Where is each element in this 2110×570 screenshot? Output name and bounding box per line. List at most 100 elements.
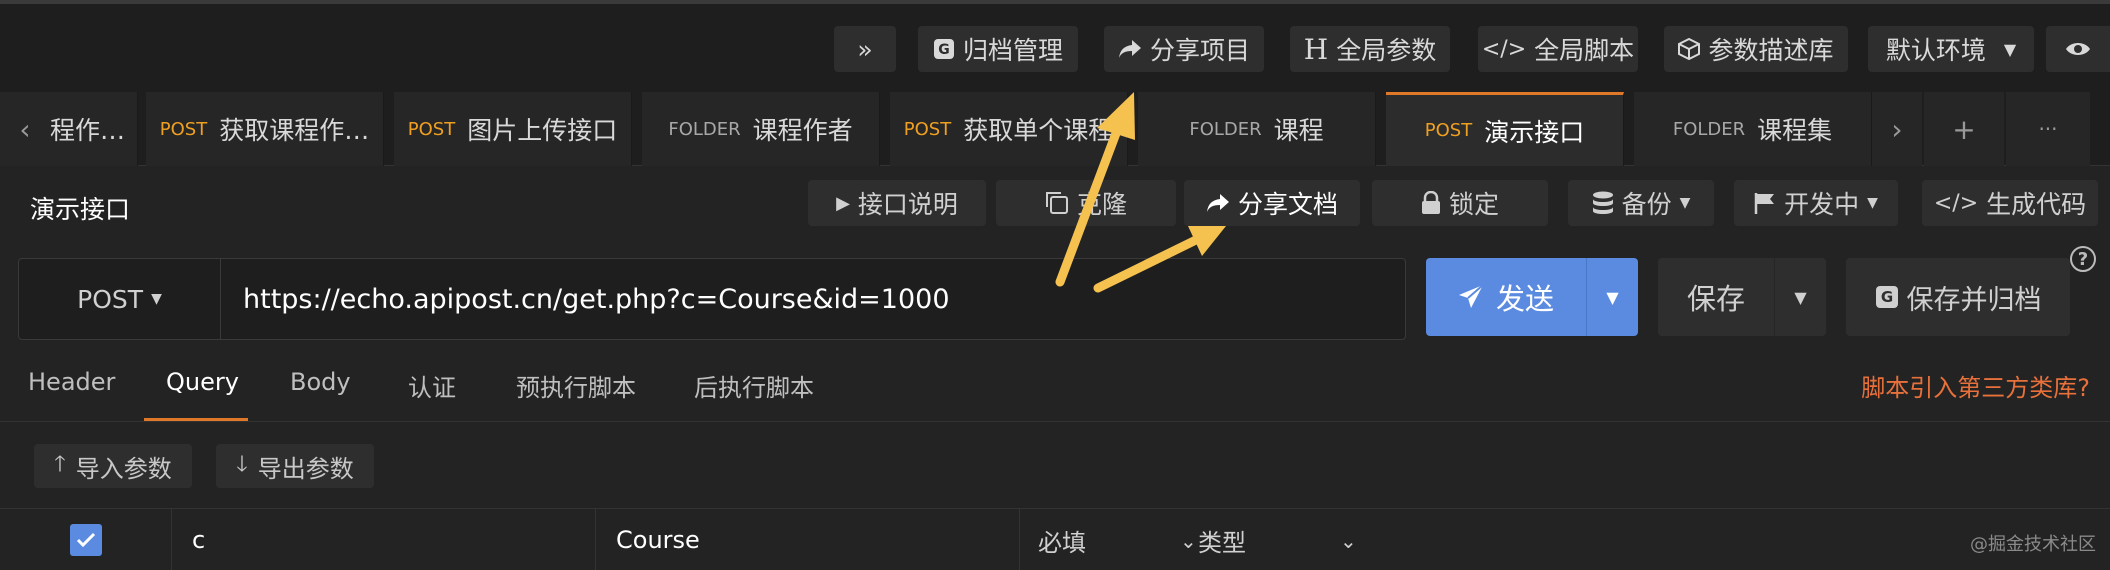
paper-plane-icon [1458, 284, 1484, 308]
svg-text:G: G [1880, 288, 1892, 306]
active-tab-underline [144, 418, 248, 421]
request-tab-bar: ‹ 程作… POST 获取课程作… POST 图片上传接口 FOLDER 课程作… [0, 88, 2110, 166]
share-project-button[interactable]: 分享项目 [1104, 26, 1264, 72]
tab-name: 课程 [1273, 116, 1324, 145]
add-tab-button[interactable]: + [1924, 92, 2004, 166]
plus-icon: + [1952, 112, 1976, 146]
tab-method: POST [1424, 120, 1473, 141]
tab-name: 获取单个课程 [963, 116, 1114, 145]
tab-header[interactable]: Header [28, 368, 115, 396]
url-input[interactable]: https://echo.apipost.cn/get.php?c=Course… [221, 259, 1405, 339]
lock-label: 锁定 [1448, 190, 1499, 219]
share-arrow-icon [1118, 40, 1141, 58]
lock-icon [1421, 191, 1440, 214]
double-chevron-right-icon: » [857, 34, 873, 64]
param-value-input[interactable]: Course [596, 509, 1020, 570]
code-icon: </> [1481, 36, 1527, 62]
param-actions: 🡑 导入参数 🡓 导出参数 [0, 422, 2110, 508]
send-button[interactable]: 发送 [1426, 258, 1586, 336]
archive-g-icon: G [1875, 286, 1898, 308]
save-dropdown-button[interactable]: ▼ [1774, 258, 1826, 336]
caret-down-icon: ▼ [2003, 39, 2017, 59]
save-button-group: 保存 ▼ [1658, 258, 1826, 336]
copy-icon [1045, 192, 1068, 214]
tab-item[interactable]: POST 图片上传接口 [394, 92, 632, 166]
backup-select[interactable]: 备份 ▼ [1568, 180, 1714, 226]
caret-down-icon: ▼ [1679, 195, 1691, 211]
row-checkbox[interactable] [69, 524, 102, 556]
generate-code-label: 生成代码 [1986, 190, 2087, 219]
type-select[interactable]: 类型 ⌄ [1198, 523, 1357, 558]
tab-method: FOLDER [1672, 118, 1746, 140]
tab-post-script[interactable]: 后执行脚本 [694, 368, 814, 403]
lock-button[interactable]: 锁定 [1372, 180, 1548, 226]
status-select[interactable]: 开发中 ▼ [1734, 180, 1898, 226]
api-description-button[interactable]: ▶ 接口说明 [808, 180, 986, 226]
tab-method: FOLDER [1189, 118, 1262, 140]
database-icon [1592, 191, 1613, 214]
cube-icon [1678, 38, 1701, 60]
archive-g-icon: G [933, 39, 954, 59]
save-label: 保存 [1686, 282, 1745, 316]
caret-down-icon: ▼ [1606, 287, 1619, 307]
flag-icon [1754, 193, 1775, 214]
view-toggle-button[interactable] [2046, 26, 2110, 72]
caret-down-icon: ▼ [1794, 287, 1807, 307]
tab-query[interactable]: Query [166, 368, 239, 396]
help-icon[interactable]: ? [2070, 246, 2096, 272]
tab-name: 课程作者 [752, 116, 853, 145]
save-button[interactable]: 保存 [1658, 258, 1774, 336]
request-section-tabs: Header Query Body 认证 预执行脚本 后执行脚本 脚本引入第三方… [0, 354, 2110, 422]
method-label: POST [77, 284, 144, 314]
clone-button[interactable]: 克隆 [996, 180, 1176, 226]
chevron-left-icon: ‹ [19, 112, 31, 146]
tab-name: 图片上传接口 [467, 116, 618, 145]
global-params-button[interactable]: H 全局参数 [1290, 26, 1450, 72]
environment-select[interactable]: 默认环境 ▼ [1868, 26, 2034, 72]
third-party-lib-link[interactable]: 脚本引入第三方类库? [1861, 368, 2090, 403]
tab-item[interactable]: POST 获取课程作… [146, 92, 384, 166]
generate-code-button[interactable]: </> 生成代码 [1922, 180, 2098, 226]
tab-item[interactable]: 程作… [50, 92, 138, 166]
top-toolbar: » G 归档管理 分享项目 H 全局参数 </> 全局脚本 参数描述库 默认环境… [0, 0, 2110, 88]
share-arrow-icon [1206, 194, 1229, 212]
method-select[interactable]: POST ▼ [19, 259, 221, 339]
tab-item[interactable]: FOLDER 课程 [1138, 92, 1376, 166]
tab-body[interactable]: Body [290, 368, 351, 396]
param-description-lib-button[interactable]: 参数描述库 [1664, 26, 1848, 72]
tab-item[interactable]: FOLDER 课程集 [1634, 92, 1872, 166]
required-select[interactable]: 必填 ⌄ [1038, 523, 1197, 558]
global-script-button[interactable]: </> 全局脚本 [1478, 26, 1638, 72]
environment-label: 默认环境 [1885, 36, 1986, 65]
tab-more-button[interactable]: ··· [2006, 92, 2090, 166]
tab-auth[interactable]: 认证 [408, 368, 456, 403]
global-params-label: 全局参数 [1336, 36, 1437, 65]
export-params-button[interactable]: 🡓 导出参数 [216, 444, 374, 488]
archive-management-button[interactable]: G 归档管理 [918, 26, 1078, 72]
tab-method: FOLDER [668, 118, 741, 140]
save-and-archive-button[interactable]: G 保存并归档 [1846, 258, 2070, 336]
row-checkbox-cell [0, 509, 172, 570]
tab-scroll-left[interactable]: ‹ [0, 92, 50, 166]
param-key-input[interactable]: c [172, 509, 596, 570]
import-params-button[interactable]: 🡑 导入参数 [34, 444, 192, 488]
share-doc-button[interactable]: 分享文档 [1184, 180, 1360, 226]
url-bar: POST ▼ https://echo.apipost.cn/get.php?c… [18, 258, 1406, 340]
tab-name: 课程集 [1757, 116, 1833, 145]
tab-pre-script[interactable]: 预执行脚本 [516, 368, 636, 403]
send-button-group: 发送 ▼ [1426, 258, 1638, 336]
tab-item-active[interactable]: POST 演示接口 [1386, 92, 1624, 166]
svg-text:G: G [938, 42, 950, 58]
tab-scroll-right[interactable]: › [1872, 92, 1922, 166]
collapse-button[interactable]: » [834, 26, 896, 72]
h-icon: H [1303, 32, 1329, 66]
share-project-label: 分享项目 [1149, 36, 1250, 65]
share-doc-label: 分享文档 [1237, 190, 1338, 219]
tab-item[interactable]: FOLDER 课程作者 [642, 92, 880, 166]
check-icon [76, 532, 95, 548]
eye-icon [2066, 43, 2090, 55]
request-toolbar: 演示接口 ▶ 接口说明 克隆 分享文档 锁定 备份 ▼ 开发中 ▼ </> 生成… [0, 166, 2110, 256]
tab-item[interactable]: POST 获取单个课程 [890, 92, 1128, 166]
send-dropdown-button[interactable]: ▼ [1586, 258, 1638, 336]
table-row: c Course 必填 ⌄ 类型 ⌄ [0, 508, 2110, 570]
